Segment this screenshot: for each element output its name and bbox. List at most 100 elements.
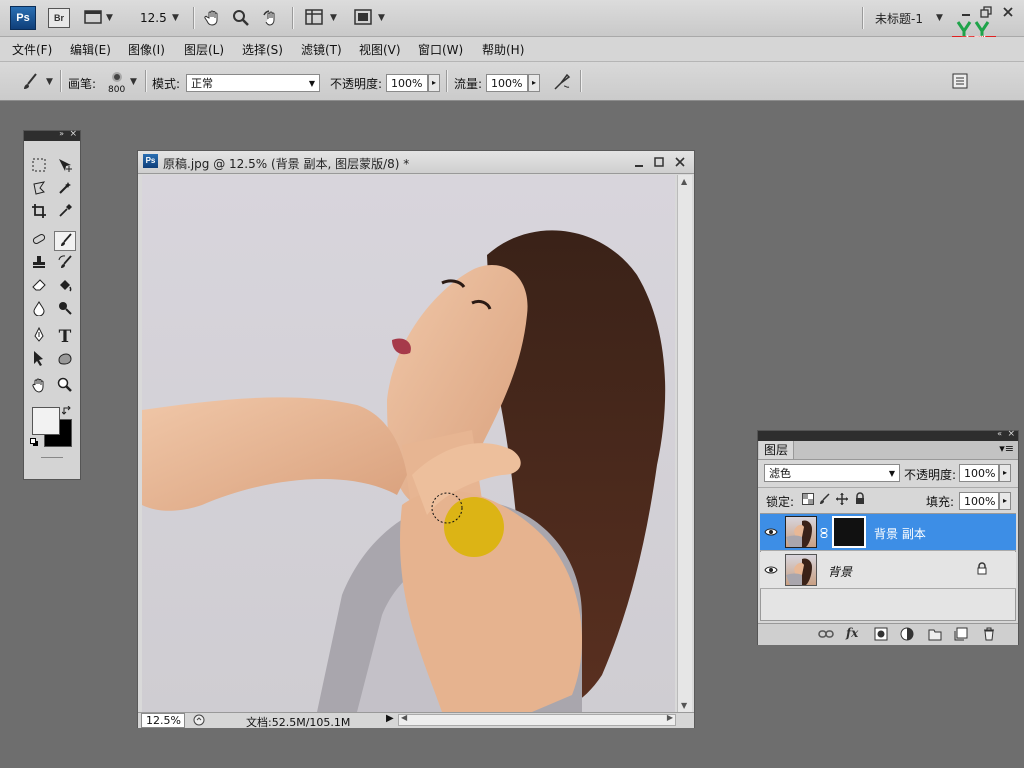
layer-mask-link-icon[interactable] <box>820 527 828 538</box>
chevron-down-icon[interactable]: ▼ <box>106 13 113 23</box>
swap-colors-icon[interactable] <box>61 405 72 415</box>
marquee-tool-icon[interactable] <box>28 157 50 177</box>
layer-mask-thumbnail[interactable] <box>832 516 866 548</box>
image-canvas[interactable] <box>142 175 675 712</box>
lock-all-icon[interactable] <box>854 492 866 505</box>
eyedropper-tool-icon[interactable] <box>54 203 76 223</box>
zoom-tool-icon[interactable] <box>54 377 76 397</box>
tool-preset-brush-icon[interactable] <box>20 72 40 92</box>
menu-help[interactable]: 帮助(H) <box>482 41 524 58</box>
tab-layers[interactable]: 图层 <box>759 441 795 459</box>
panel-menu-icon[interactable]: ▾≡ <box>999 442 1014 455</box>
bridge-button[interactable]: Br <box>48 8 70 28</box>
brush-panel-toggle-icon[interactable] <box>952 73 968 89</box>
layer-row[interactable]: 背景 <box>760 552 1016 589</box>
brush-picker-dropdown-icon[interactable]: ▼ <box>130 77 137 87</box>
menu-window[interactable]: 窗口(W) <box>418 41 463 58</box>
new-layer-icon[interactable] <box>954 627 968 641</box>
restore-icon[interactable] <box>980 6 992 18</box>
menu-image[interactable]: 图像(I) <box>128 41 165 58</box>
close-icon[interactable] <box>675 156 685 167</box>
link-layers-icon[interactable] <box>818 628 834 640</box>
menu-view[interactable]: 视图(V) <box>359 41 401 58</box>
chevron-down-icon[interactable]: ▼ <box>378 13 385 23</box>
menu-file[interactable]: 文件(F) <box>12 41 52 58</box>
airbrush-icon[interactable] <box>552 72 572 92</box>
lock-image-pixels-icon[interactable] <box>818 493 830 505</box>
menu-edit[interactable]: 编辑(E) <box>70 41 111 58</box>
flow-input[interactable]: 100% <box>486 74 528 92</box>
close-icon[interactable]: × <box>69 129 77 139</box>
tools-panel-header[interactable]: » × <box>24 129 80 141</box>
type-tool-icon[interactable]: T <box>54 327 76 347</box>
history-brush-tool-icon[interactable] <box>54 254 76 274</box>
fill-slider-icon[interactable]: ▸ <box>999 492 1011 510</box>
dodge-tool-icon[interactable] <box>54 300 76 320</box>
chevron-down-icon[interactable]: ▼ <box>330 13 337 23</box>
blend-mode-select[interactable]: 滤色 ▼ <box>764 464 900 482</box>
menu-layer[interactable]: 图层(L) <box>184 41 224 58</box>
collapse-icon[interactable]: « <box>997 429 1002 438</box>
new-adjustment-layer-icon[interactable] <box>900 627 914 641</box>
clone-stamp-tool-icon[interactable] <box>28 254 50 274</box>
flow-slider-toggle-icon[interactable]: ▸ <box>528 74 540 92</box>
tool-preset-dropdown-icon[interactable]: ▼ <box>46 77 53 87</box>
path-selection-tool-icon[interactable] <box>28 350 50 370</box>
pen-tool-icon[interactable] <box>28 326 50 347</box>
opacity-slider-toggle-icon[interactable]: ▸ <box>428 74 440 92</box>
maximize-icon[interactable] <box>654 156 664 167</box>
crop-tool-icon[interactable] <box>28 203 50 223</box>
custom-shape-tool-icon[interactable] <box>54 350 76 370</box>
layer-opacity-input[interactable]: 100% <box>959 464 999 482</box>
visibility-eye-icon[interactable] <box>764 563 778 577</box>
lasso-tool-icon[interactable] <box>28 180 50 200</box>
zoom-level[interactable]: 12.5 <box>140 11 167 25</box>
minimize-icon[interactable] <box>960 6 972 18</box>
rotate-view-icon[interactable] <box>262 9 280 27</box>
vertical-scrollbar[interactable]: ▲ ▼ <box>677 175 692 712</box>
delete-layer-icon[interactable] <box>982 627 996 641</box>
blur-tool-icon[interactable] <box>28 300 50 320</box>
lock-position-icon[interactable] <box>836 493 848 505</box>
menu-select[interactable]: 选择(S) <box>242 41 283 58</box>
move-tool-icon[interactable] <box>54 157 76 177</box>
hand-tool-icon[interactable] <box>204 9 222 27</box>
collapse-icon[interactable]: » <box>59 129 64 138</box>
screen-mode-icon[interactable] <box>354 9 372 27</box>
status-preview-icon[interactable] <box>193 714 205 726</box>
layer-row[interactable]: 背景 副本 <box>760 514 1016 551</box>
opacity-input[interactable]: 100% <box>386 74 428 92</box>
brush-tip-icon[interactable] <box>110 70 124 84</box>
hand-tool-icon[interactable] <box>28 377 50 397</box>
workspace-switcher[interactable]: 未标题-1 <box>875 10 923 27</box>
document-title-bar[interactable]: Ps 原稿.jpg @ 12.5% (背景 副本, 图层蒙版/8) * <box>138 151 694 174</box>
quick-selection-tool-icon[interactable] <box>54 180 76 200</box>
add-layer-style-icon[interactable]: fx <box>846 626 864 640</box>
zoom-tool-icon[interactable] <box>232 9 250 27</box>
add-layer-mask-icon[interactable] <box>874 627 888 641</box>
zoom-dropdown-icon[interactable]: ▼ <box>172 13 179 23</box>
scroll-right-icon[interactable]: ▶ <box>667 713 673 722</box>
menu-filter[interactable]: 滤镜(T) <box>301 41 342 58</box>
spot-healing-brush-icon[interactable] <box>28 231 50 251</box>
layers-panel-header[interactable]: « × <box>758 429 1018 441</box>
status-zoom-input[interactable]: 12.5% <box>141 713 185 728</box>
paint-bucket-tool-icon[interactable] <box>54 277 76 297</box>
status-menu-icon[interactable]: ▶ <box>386 713 394 724</box>
foreground-color-swatch[interactable] <box>32 407 60 435</box>
layer-opacity-slider-icon[interactable]: ▸ <box>999 464 1011 482</box>
horizontal-scrollbar[interactable]: ◀ ▶ <box>398 713 676 726</box>
scroll-left-icon[interactable]: ◀ <box>401 713 407 722</box>
fill-input[interactable]: 100% <box>959 492 999 510</box>
arrange-documents-icon[interactable] <box>305 9 323 27</box>
scroll-up-icon[interactable]: ▲ <box>681 177 687 186</box>
eraser-tool-icon[interactable] <box>28 277 50 297</box>
visibility-eye-icon[interactable] <box>764 525 778 539</box>
mode-select[interactable]: 正常 ▼ <box>186 74 320 92</box>
launch-minibridge-icon[interactable] <box>84 9 102 27</box>
close-icon[interactable]: × <box>1007 429 1015 439</box>
brush-tool-icon[interactable] <box>54 231 76 251</box>
close-icon[interactable] <box>1002 6 1014 18</box>
scroll-down-icon[interactable]: ▼ <box>681 701 687 710</box>
new-group-icon[interactable] <box>928 627 942 641</box>
